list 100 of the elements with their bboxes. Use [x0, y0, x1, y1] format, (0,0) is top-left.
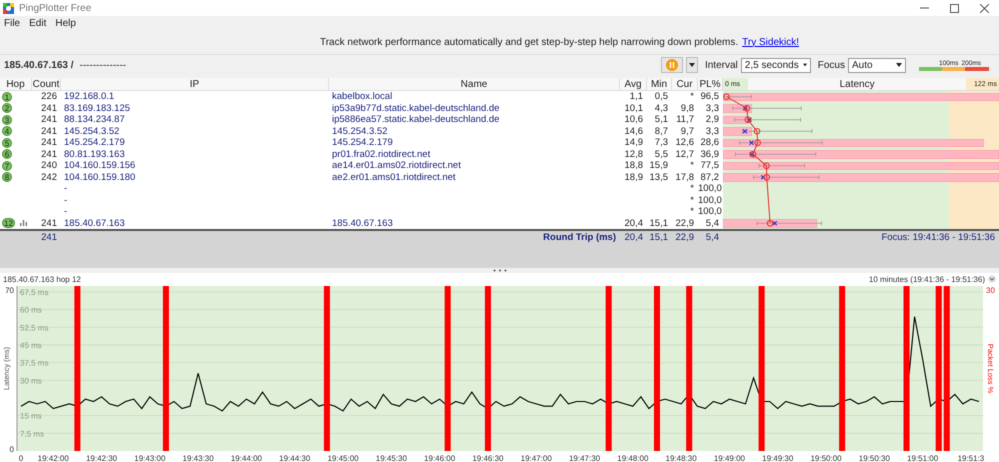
table-cell: *	[690, 160, 694, 171]
table-cell: kabelbox.local	[332, 91, 392, 102]
hop-number: 4	[2, 126, 12, 136]
table-cell: 8,7	[654, 126, 668, 136]
table-cell: 17,8	[676, 172, 694, 182]
axis-tick-label: 19:46:00	[424, 454, 456, 462]
axis-tick-label: 19:50:30	[858, 454, 890, 462]
table-cell: 5,4	[706, 232, 719, 242]
table-cell: 15,9	[650, 160, 668, 171]
table-cell: 192.168.0.1	[64, 91, 114, 102]
table-cell: 145.254.2.179	[64, 137, 125, 148]
axis-tick-label: 19:45:00	[327, 454, 359, 462]
hop-number: 3	[2, 114, 12, 125]
hop-number: 5	[2, 138, 12, 148]
axis-tick-label: 19:46:30	[472, 454, 504, 462]
table-cell: 100,0	[698, 194, 722, 206]
table-cell: 104.160.159.156	[64, 160, 136, 171]
gridline-label: 67,5 ms	[20, 288, 48, 297]
axis-tick-label: 19:48:00	[617, 454, 648, 462]
axis-tick-label: 19:48:30	[666, 454, 697, 462]
table-cell: 80.81.193.163	[64, 148, 125, 160]
summary-label: Round Trip (ms)	[543, 232, 616, 242]
axis-tick-label: 19:51:3	[958, 454, 984, 462]
table-cell: 5,5	[654, 148, 668, 160]
gridline-label: 52,5 ms	[20, 323, 48, 332]
table-cell: 15,1	[650, 218, 668, 228]
table-cell: 226	[41, 91, 57, 102]
table-cell: 145.254.2.179	[332, 137, 393, 148]
gridline-label: 37,5 ms	[20, 358, 48, 368]
table-cell: -	[64, 206, 68, 217]
table-cell: 18,9	[624, 172, 643, 182]
axis-tick-label: 0	[10, 445, 14, 454]
target-address: 185.40.67.163 /	[4, 60, 74, 70]
menu-item[interactable]: Edit	[29, 18, 46, 28]
table-cell: 1,1	[630, 91, 643, 102]
table-cell: 9,7	[680, 126, 694, 136]
table-cell: 36,9	[700, 148, 719, 160]
table-cell: 13,5	[650, 172, 668, 182]
axis-tick-label: 19:47:30	[568, 454, 600, 462]
table-cell: 5,1	[654, 114, 668, 125]
table-cell: 96,5	[700, 91, 719, 102]
table-cell: 241	[41, 148, 57, 160]
table-cell: 145.254.3.52	[332, 126, 388, 136]
table-cell: ae14.er01.ams02.riotdirect.net	[332, 160, 461, 171]
interval-label: Interval	[704, 60, 738, 70]
table-cell: 2,9	[706, 114, 719, 125]
menu-item[interactable]: File	[4, 18, 20, 28]
table-cell: 88.134.234.87	[64, 114, 125, 125]
table-cell: 77,5	[700, 160, 719, 171]
table-cell: 87,2	[700, 172, 719, 182]
table-cell: 12,8	[624, 148, 643, 160]
table-cell: 100,0	[698, 206, 722, 217]
table-cell: pr01.fra02.riotdirect.net	[332, 148, 430, 160]
table-cell: -	[64, 183, 68, 194]
table-cell: 10,6	[624, 114, 643, 125]
table-cell: 100,0	[698, 183, 722, 194]
table-cell: 241	[41, 232, 57, 242]
table-cell: 83.169.183.125	[64, 102, 130, 114]
axis-tick-label: 19:43:00	[134, 454, 166, 462]
axis-tick-label: 19:44:00	[230, 454, 262, 462]
sidekick-link[interactable]: Try Sidekick!	[742, 36, 800, 48]
table-cell: 241	[41, 102, 57, 114]
time-range[interactable]: 10 minutes (19:41:36 - 19:51:36)	[868, 274, 985, 284]
axis-tick-label: 19:45:30	[376, 454, 407, 462]
axis-tick-label: 19:49:30	[762, 454, 794, 462]
focus-select[interactable]: Auto	[848, 58, 906, 72]
table-cell: 145.254.3.52	[64, 126, 120, 136]
table-cell: 240	[41, 160, 57, 171]
table-cell: *	[690, 91, 694, 102]
table-cell: 11,7	[676, 114, 694, 125]
table-cell: *	[690, 206, 694, 217]
table-cell: 242	[41, 172, 57, 182]
axis-tick-label: 19:44:30	[279, 454, 310, 462]
interval-select[interactable]: 2,5 seconds	[740, 58, 811, 72]
table-cell: *	[690, 183, 694, 194]
table-cell: 0,5	[654, 91, 668, 102]
menu-item[interactable]: Help	[55, 18, 76, 28]
table-cell: 241	[41, 126, 57, 136]
gridline-label: 15 ms	[20, 412, 42, 421]
table-cell: 185.40.67.163	[64, 218, 125, 228]
table-cell: 9,8	[680, 102, 694, 114]
table-cell: 7,3	[654, 137, 668, 148]
table-cell: 241	[41, 218, 57, 228]
axis-tick-label: 19:42:00	[38, 454, 69, 462]
table-cell: *	[690, 194, 694, 206]
axis-tick-label: 19:43:30	[182, 454, 214, 462]
target-name: --------------	[80, 60, 126, 70]
axis-tick-label: 0	[18, 454, 24, 462]
column-title: Latency	[840, 78, 875, 90]
axis-tick-label: 19:51:00	[907, 454, 938, 462]
window-title: PingPlotter Free	[19, 2, 92, 14]
table-cell: 18,8	[624, 160, 643, 171]
gridline-label: 60 ms	[20, 306, 42, 315]
hop-number: 8	[2, 172, 12, 182]
table-cell: 12,6	[676, 137, 694, 148]
gridline-label: 30 ms	[20, 376, 42, 386]
table-cell: 20,4	[624, 218, 643, 228]
table-cell: ip53a9b77d.static.kabel-deutschland.de	[332, 102, 500, 114]
table-cell: 241	[41, 137, 57, 148]
focus-label: Focus	[818, 60, 845, 70]
